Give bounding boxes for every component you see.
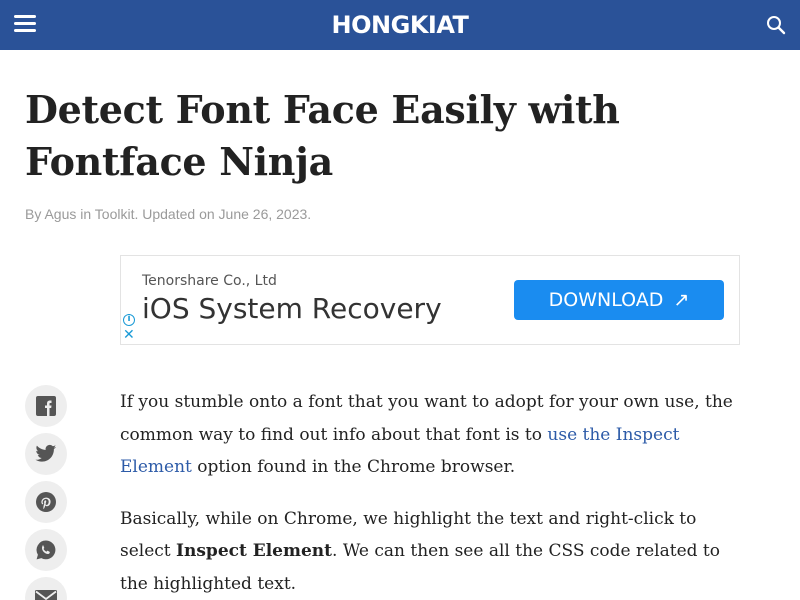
arrow-up-right-icon: ↗: [673, 289, 690, 311]
ad-download-label: DOWNLOAD: [548, 289, 664, 311]
pinterest-icon: [36, 492, 56, 512]
ad-info-icon[interactable]: i: [123, 314, 135, 326]
search-icon[interactable]: [766, 15, 786, 35]
ad-download-button[interactable]: DOWNLOAD ↗: [514, 280, 724, 320]
advertisement-banner[interactable]: Tenorshare Co., Ltd iOS System Recovery …: [120, 255, 740, 345]
twitter-icon: [35, 444, 57, 462]
whatsapp-icon: [36, 540, 56, 560]
pinterest-share-button[interactable]: [25, 481, 67, 523]
whatsapp-share-button[interactable]: [25, 529, 67, 571]
site-logo[interactable]: HONGKIAT: [0, 11, 800, 39]
article-byline: By Agus in Toolkit. Updated on June 26, …: [25, 206, 312, 222]
twitter-share-button[interactable]: [25, 433, 67, 475]
facebook-icon: [36, 396, 56, 416]
article-title: Detect Font Face Easily with Fontface Ni…: [25, 87, 620, 184]
ad-close-icon[interactable]: ✕: [123, 328, 135, 342]
ad-product-name[interactable]: iOS System Recovery: [142, 292, 442, 325]
email-share-button[interactable]: [25, 577, 67, 600]
ad-company-name: Tenorshare Co., Ltd: [142, 273, 277, 289]
site-header: HONGKIAT: [0, 0, 800, 50]
email-icon: [35, 590, 57, 600]
article-body: If you stumble onto a font that you want…: [120, 386, 745, 600]
article-paragraph: Basically, while on Chrome, we highlight…: [120, 503, 745, 600]
article-paragraph: If you stumble onto a font that you want…: [120, 386, 745, 484]
social-share-bar: [25, 385, 67, 600]
paragraph-text: option found in the Chrome browser.: [191, 457, 516, 477]
bold-text: Inspect Element: [176, 541, 333, 561]
facebook-share-button[interactable]: [25, 385, 67, 427]
